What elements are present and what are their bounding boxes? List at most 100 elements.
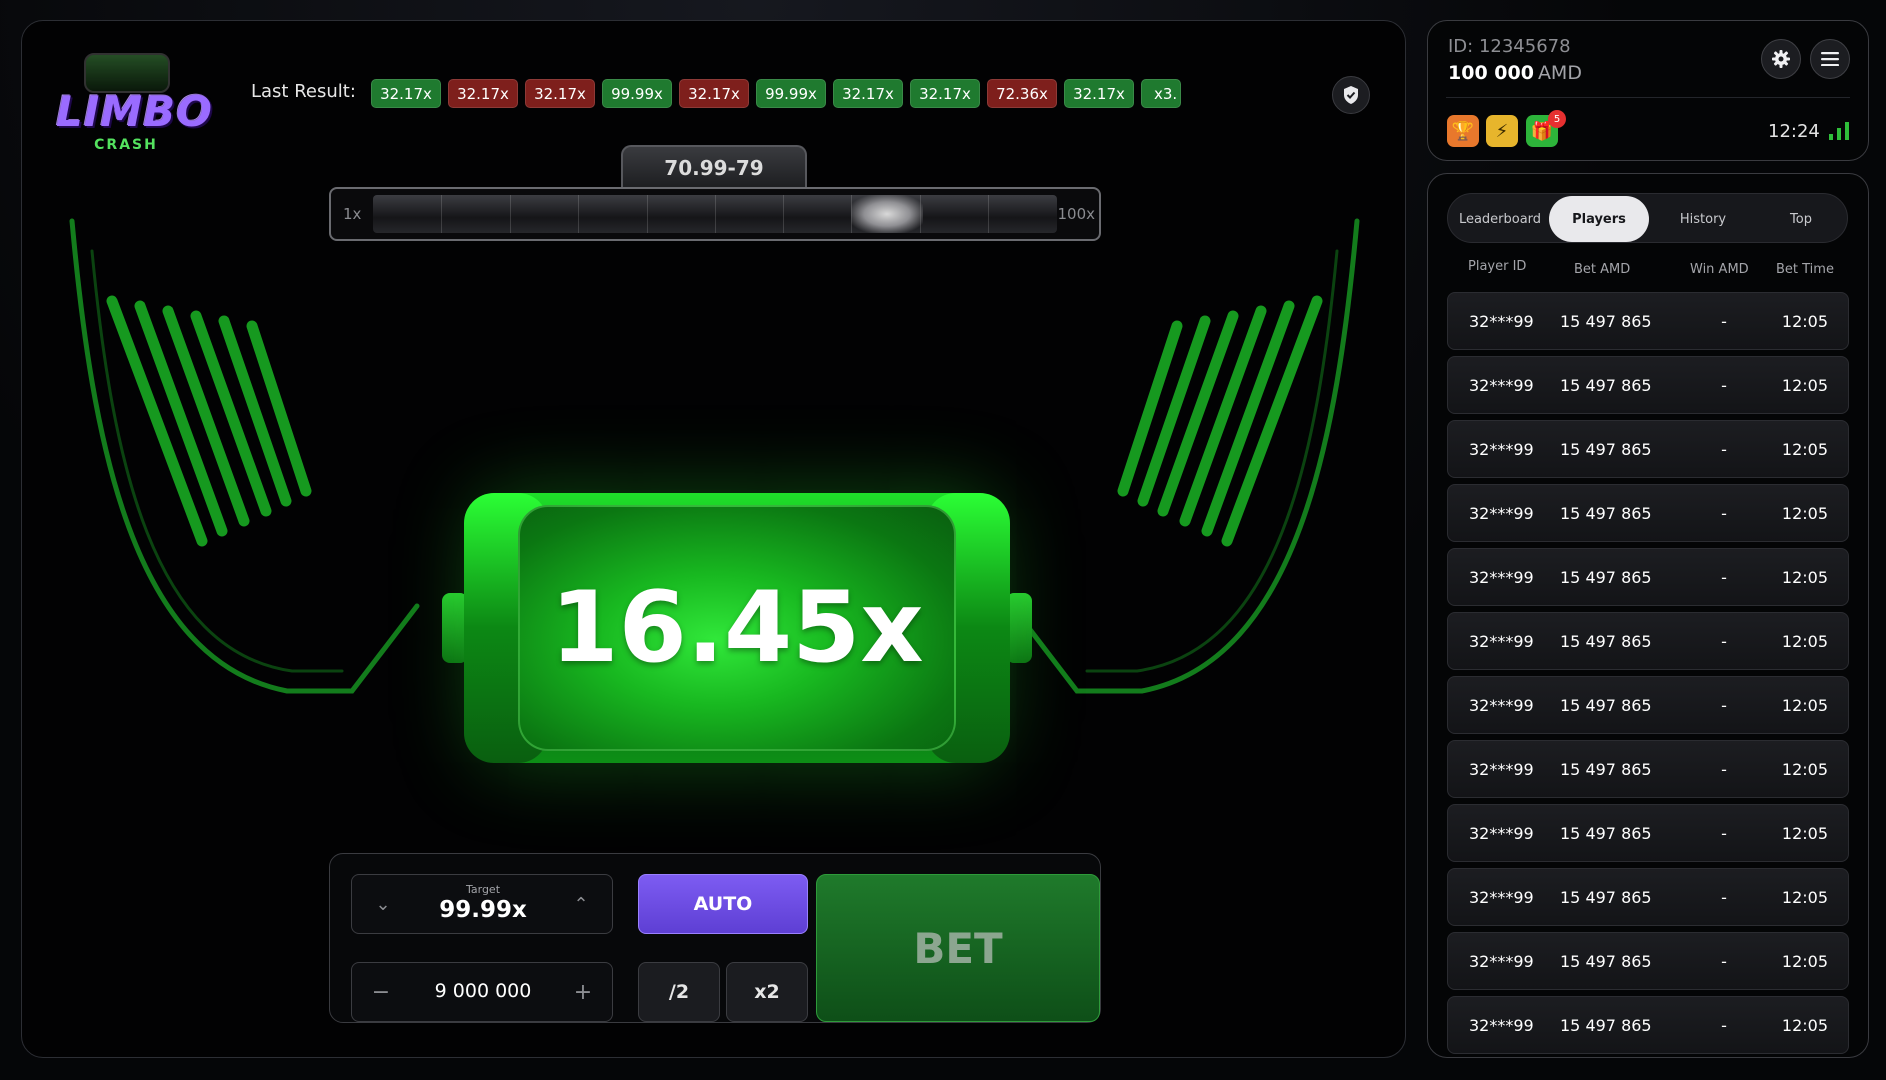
result-chip[interactable]: 32.17x — [371, 79, 441, 108]
user-id: ID: 12345678 — [1448, 36, 1571, 57]
limbo-crash-logo: LIMBO CRASH — [56, 49, 213, 153]
win-amount: - — [1721, 760, 1727, 779]
win-amount: - — [1721, 632, 1727, 651]
table-row[interactable]: 32***99 15 497 865 - 12:05 — [1447, 996, 1849, 1054]
table-row[interactable]: 32***99 15 497 865 - 12:05 — [1447, 612, 1849, 670]
menu-button[interactable] — [1810, 39, 1850, 79]
tab-history[interactable]: History — [1653, 194, 1753, 244]
user-card: ID: 12345678 100 000 AMD 🏆 ⚡ 🎁 5 12:24 — [1427, 20, 1869, 161]
bet-amount: 15 497 865 — [1560, 440, 1652, 459]
logo-title: LIMBO — [56, 87, 213, 136]
half-bet-button[interactable]: /2 — [638, 962, 720, 1022]
bet-time: 12:05 — [1781, 632, 1828, 651]
table-row[interactable]: 32***99 15 497 865 - 12:05 — [1447, 292, 1849, 350]
table-row[interactable]: 32***99 15 497 865 - 12:05 — [1447, 804, 1849, 862]
table-row[interactable]: 32***99 15 497 865 - 12:05 — [1447, 676, 1849, 734]
result-chip[interactable]: 32.17x — [833, 79, 903, 108]
win-amount: - — [1721, 1016, 1727, 1035]
logo-subtitle: CRASH — [94, 137, 158, 153]
table-row[interactable]: 32***99 15 497 865 - 12:05 — [1447, 420, 1849, 478]
result-chip[interactable]: 72.36x — [987, 79, 1057, 108]
shield-icon — [1344, 86, 1358, 104]
result-chip[interactable]: 32.17x — [1064, 79, 1134, 108]
gear-icon — [1772, 50, 1790, 68]
tab-players[interactable]: Players — [1549, 196, 1649, 242]
multiplier-range-bar: 1x 100x — [329, 187, 1101, 241]
double-bet-button[interactable]: x2 — [726, 962, 808, 1022]
balance-amount: 100 000 — [1448, 62, 1534, 84]
bet-time: 12:05 — [1781, 824, 1828, 843]
result-chip[interactable]: 99.99x — [756, 79, 826, 108]
player-id: 32***99 — [1469, 440, 1534, 459]
clock: 12:24 — [1768, 121, 1820, 142]
players-panel: Leaderboard Players History Top Player I… — [1427, 173, 1869, 1058]
bet-time: 12:05 — [1781, 440, 1828, 459]
table-row[interactable]: 32***99 15 497 865 - 12:05 — [1447, 740, 1849, 798]
balance-currency: AMD — [1537, 62, 1582, 84]
increase-amount-button[interactable]: + — [568, 977, 598, 1007]
bet-time: 12:05 — [1781, 376, 1828, 395]
range-track — [373, 195, 1057, 233]
bet-button[interactable]: BET — [816, 874, 1100, 1022]
table-row[interactable]: 32***99 15 497 865 - 12:05 — [1447, 484, 1849, 542]
chevron-up-icon[interactable]: ⌃ — [566, 889, 596, 919]
result-chip[interactable]: x3. — [1141, 79, 1181, 108]
win-amount: - — [1721, 888, 1727, 907]
win-amount: - — [1721, 440, 1727, 459]
bet-time: 12:05 — [1781, 504, 1828, 523]
table-row[interactable]: 32***99 15 497 865 - 12:05 — [1447, 932, 1849, 990]
players-table-header: Player ID Bet AMD Win AMD Bet Time — [1447, 259, 1848, 283]
provably-fair-button[interactable] — [1332, 76, 1370, 114]
current-multiplier: 16.45x — [550, 571, 924, 685]
table-row[interactable]: 32***99 15 497 865 - 12:05 — [1447, 548, 1849, 606]
column-player-id: Player ID — [1468, 259, 1527, 274]
player-id: 32***99 — [1469, 888, 1534, 907]
players-table: 32***99 15 497 865 - 12:05 32***99 15 49… — [1447, 292, 1849, 1057]
bet-amount-field[interactable]: − 9 000 000 + — [351, 962, 613, 1022]
tab-leaderboard[interactable]: Leaderboard — [1452, 194, 1548, 244]
result-chip[interactable]: 32.17x — [910, 79, 980, 108]
bet-time: 12:05 — [1781, 952, 1828, 971]
tab-top[interactable]: Top — [1753, 194, 1849, 244]
bet-amount: 15 497 865 — [1560, 1016, 1652, 1035]
trophy-icon[interactable]: 🏆 — [1447, 115, 1479, 147]
player-id: 32***99 — [1469, 760, 1534, 779]
player-id: 32***99 — [1469, 376, 1534, 395]
result-chip[interactable]: 99.99x — [602, 79, 672, 108]
settings-button[interactable] — [1761, 39, 1801, 79]
result-chip[interactable]: 32.17x — [679, 79, 749, 108]
player-id: 32***99 — [1469, 632, 1534, 651]
player-id: 32***99 — [1469, 696, 1534, 715]
balance: 100 000 AMD — [1448, 62, 1582, 84]
column-win: Win AMD — [1690, 262, 1749, 277]
bet-amount: 15 497 865 — [1560, 888, 1652, 907]
column-bet-time: Bet Time — [1776, 262, 1834, 277]
win-amount: - — [1721, 312, 1727, 331]
target-multiplier-field[interactable]: ⌄ Target 99.99x ⌃ — [351, 874, 613, 934]
table-row[interactable]: 32***99 15 497 865 - 12:05 — [1447, 868, 1849, 926]
last-result-label: Last Result: — [251, 81, 356, 102]
player-id: 32***99 — [1469, 824, 1534, 843]
player-id: 32***99 — [1469, 568, 1534, 587]
win-amount: - — [1721, 824, 1727, 843]
result-chip[interactable]: 32.17x — [448, 79, 518, 108]
column-bet: Bet AMD — [1574, 262, 1631, 277]
gift-count-badge: 5 — [1548, 110, 1566, 128]
bet-amount: 15 497 865 — [1560, 376, 1652, 395]
bet-time: 12:05 — [1781, 760, 1828, 779]
bet-time: 12:05 — [1781, 696, 1828, 715]
bet-amount: 15 497 865 — [1560, 760, 1652, 779]
range-marker — [851, 195, 923, 233]
bet-time: 12:05 — [1781, 568, 1828, 587]
player-id: 32***99 — [1469, 952, 1534, 971]
lightning-icon[interactable]: ⚡ — [1486, 115, 1518, 147]
last-results-list: 32.17x 32.17x 32.17x 99.99x 32.17x 99.99… — [371, 79, 1201, 109]
menu-icon — [1821, 52, 1839, 66]
auto-button[interactable]: AUTO — [638, 874, 808, 934]
win-amount: - — [1721, 568, 1727, 587]
bet-amount: 15 497 865 — [1560, 696, 1652, 715]
result-chip[interactable]: 32.17x — [525, 79, 595, 108]
table-row[interactable]: 32***99 15 497 865 - 12:05 — [1447, 356, 1849, 414]
bet-time: 12:05 — [1781, 888, 1828, 907]
win-amount: - — [1721, 504, 1727, 523]
